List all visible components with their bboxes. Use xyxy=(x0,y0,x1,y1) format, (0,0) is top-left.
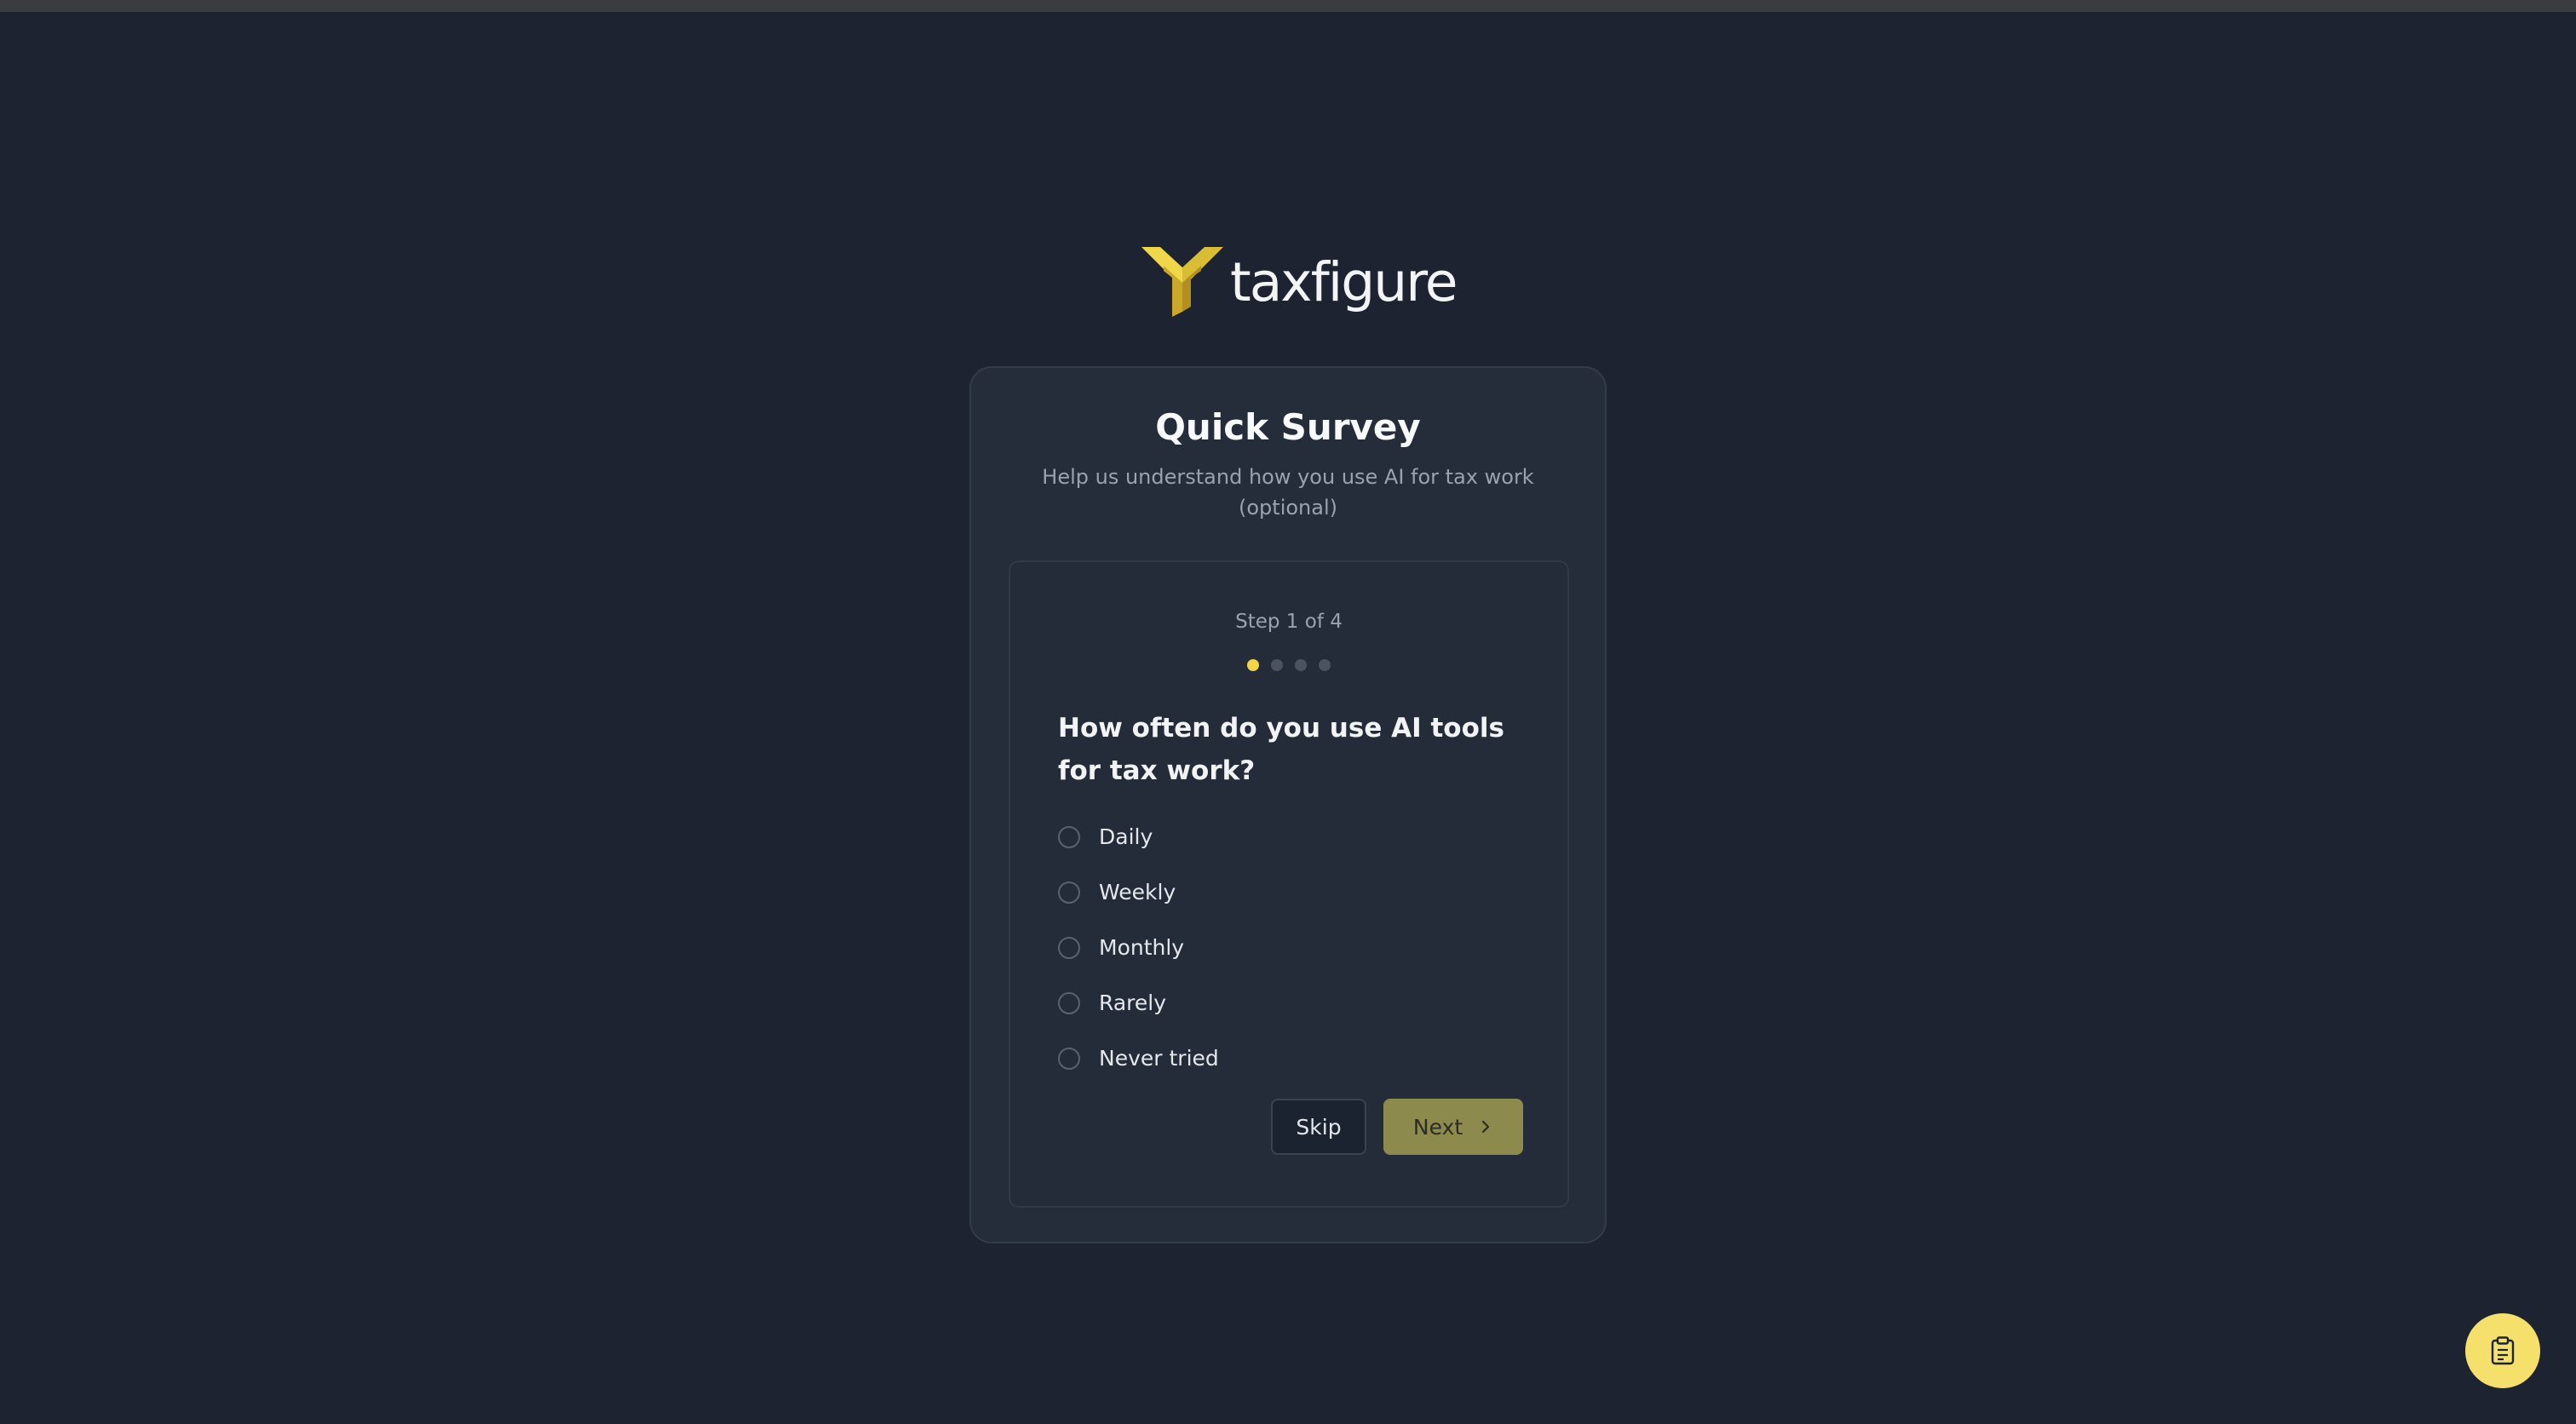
step-label: Step 1 of 4 xyxy=(1235,611,1343,633)
radio-button[interactable] xyxy=(1058,1047,1080,1070)
chevron-right-icon xyxy=(1482,1120,1490,1134)
option-label: Rarely xyxy=(1099,990,1166,1015)
survey-subtitle: Help us understand how you use AI for ta… xyxy=(1042,465,1534,520)
question-card: Step 1 of 4 How often do you use AI tool… xyxy=(1009,560,1569,1208)
option-label: Never tried xyxy=(1099,1045,1219,1071)
option-label: Daily xyxy=(1099,824,1153,849)
question-text: How often do you use AI tools for tax wo… xyxy=(1058,713,1504,786)
step-dot-1 xyxy=(1247,659,1259,671)
window-top-bar xyxy=(0,0,2576,12)
taxfigure-logo-icon xyxy=(1141,247,1223,317)
option-daily[interactable]: Daily xyxy=(1058,809,1535,864)
option-never-tried[interactable]: Never tried xyxy=(1058,1031,1535,1086)
clipboard-icon xyxy=(2491,1336,2515,1365)
step-dot-3 xyxy=(1295,659,1307,671)
feedback-fab-button[interactable] xyxy=(2465,1313,2540,1388)
option-label: Weekly xyxy=(1099,879,1176,904)
radio-button[interactable] xyxy=(1058,991,1080,1014)
radio-button[interactable] xyxy=(1058,936,1080,959)
answer-options: Daily Weekly Monthly Rarely Never tried xyxy=(1058,809,1535,1086)
survey-title: Quick Survey xyxy=(1155,406,1421,448)
option-label: Monthly xyxy=(1099,934,1185,960)
logo-wordmark: taxfigure xyxy=(1230,251,1458,313)
step-dot-2 xyxy=(1271,659,1283,671)
radio-button[interactable] xyxy=(1058,825,1080,848)
next-button[interactable]: Next xyxy=(1383,1099,1523,1155)
option-weekly[interactable]: Weekly xyxy=(1058,864,1535,920)
option-rarely[interactable]: Rarely xyxy=(1058,975,1535,1031)
survey-card: Quick Survey Help us understand how you … xyxy=(969,366,1607,1243)
taxfigure-logo: taxfigure xyxy=(1141,242,1458,319)
step-dot-4 xyxy=(1319,659,1331,671)
step-indicator xyxy=(1010,659,1567,673)
radio-button[interactable] xyxy=(1058,881,1080,904)
skip-button[interactable]: Skip xyxy=(1271,1099,1366,1155)
next-button-label: Next xyxy=(1412,1114,1463,1140)
option-monthly[interactable]: Monthly xyxy=(1058,920,1535,975)
